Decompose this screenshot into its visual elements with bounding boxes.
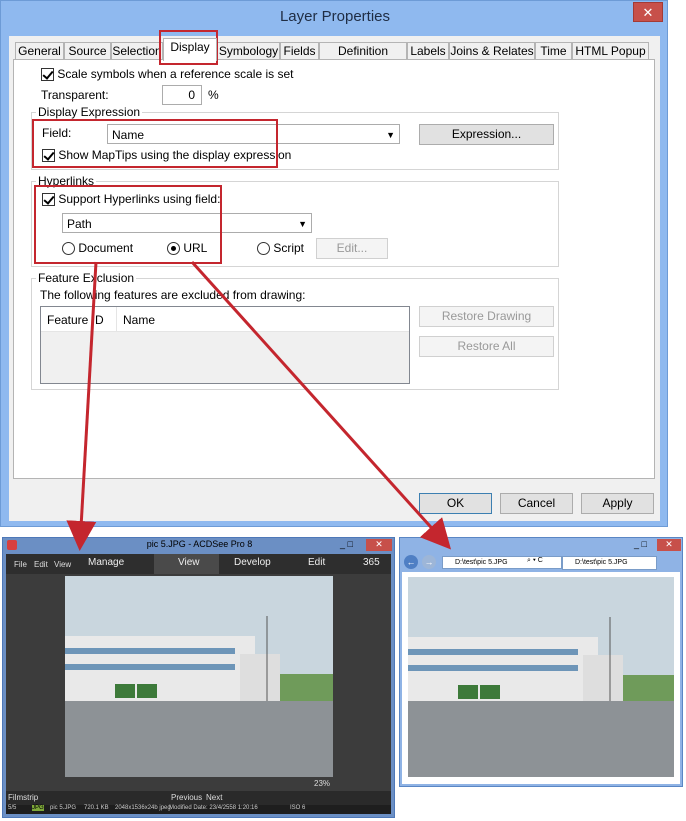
arrow-to-ie <box>190 260 452 550</box>
annotation-arrows <box>66 260 452 551</box>
tab-display[interactable]: Display <box>163 38 217 61</box>
arrow-to-acdsee <box>66 261 98 551</box>
